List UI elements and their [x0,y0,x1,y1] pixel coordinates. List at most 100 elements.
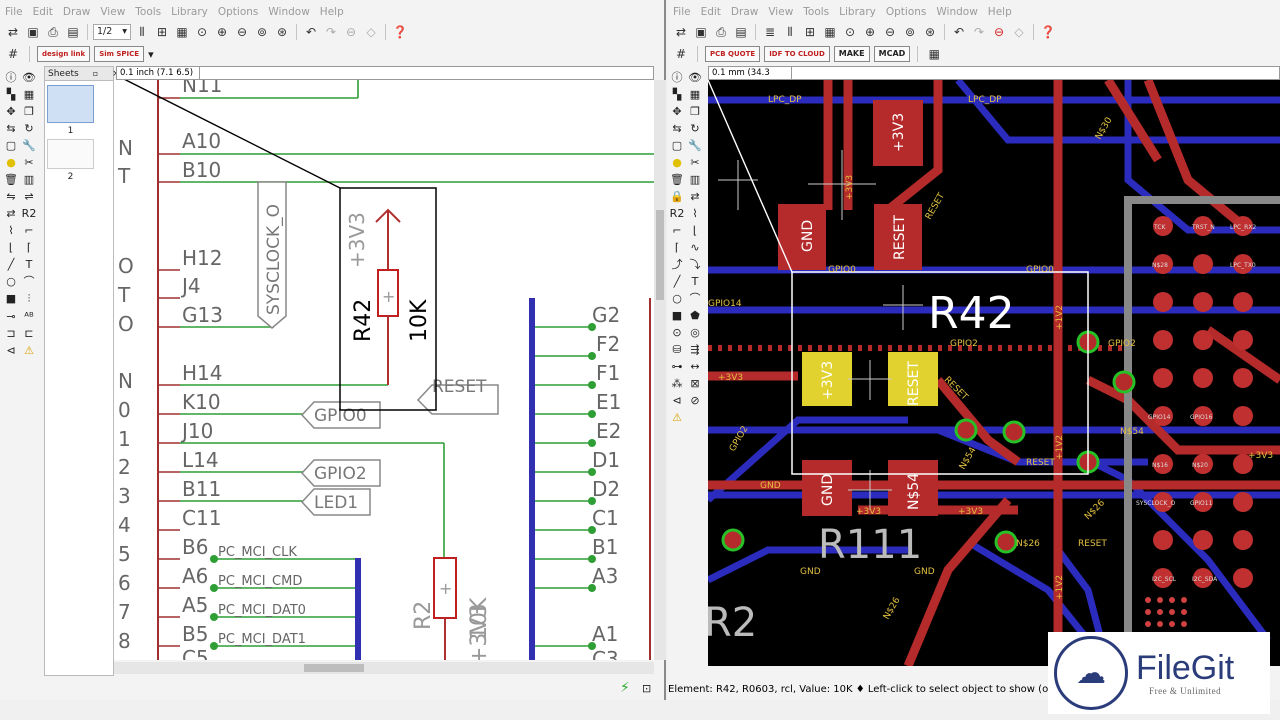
save-icon[interactable]: ▣ [24,23,42,41]
arc-icon[interactable]: ⌒ [686,290,704,307]
rotate-icon[interactable]: ↻ [686,120,704,137]
meander-icon[interactable]: ∿ [686,239,704,256]
make-button[interactable]: MAKE [833,46,870,62]
route-icon[interactable]: ⤴ [668,256,686,273]
menu-options[interactable]: Options [213,4,264,20]
script-icon[interactable]: ▦ [173,23,191,41]
menu-window[interactable]: Window [263,4,314,20]
zoom-in-icon[interactable]: ⊕ [861,23,879,41]
menu-help[interactable]: Help [983,4,1017,20]
layer-grid-icon[interactable]: ▦ [925,45,943,63]
pinswap-icon[interactable]: ⇋ [2,188,20,205]
warning-icon[interactable]: ⚠ [668,409,686,426]
mirror-icon[interactable]: ⇆ [2,120,20,137]
idf-cloud-button[interactable]: IDF TO CLOUD [764,46,830,62]
stop-sign-icon[interactable]: ⊡ [642,682,651,695]
cam-icon[interactable]: ▤ [64,23,82,41]
design-link-button[interactable]: design link [37,46,91,62]
via-icon[interactable]: ⊙ [668,324,686,341]
gateswap-icon[interactable]: ⇌ [20,188,38,205]
help-icon[interactable]: ❓ [391,23,409,41]
display-icon[interactable]: ▚ [2,86,20,103]
mark-icon[interactable]: ▦ [20,86,38,103]
value-icon[interactable]: ⌇ [686,205,704,222]
miter-icon[interactable]: ⌊ [686,222,704,239]
layers-icon[interactable]: ≣ [761,23,779,41]
pcb-drawing[interactable]: GND +3V3 RESET +3V3 RESET GND N$54 R42 R… [708,80,1280,666]
menu-view[interactable]: View [95,4,130,20]
add-icon[interactable]: ▥ [686,171,704,188]
info-icon[interactable]: ⓘ [2,68,20,85]
menu-tools[interactable]: Tools [130,4,166,20]
mark-icon[interactable]: ▦ [686,86,704,103]
circle-icon[interactable]: ○ [2,273,20,290]
ulp-icon[interactable]: ⊞ [153,23,171,41]
move-icon[interactable]: ✥ [668,103,686,120]
zoom-out-icon[interactable]: ⊖ [881,23,899,41]
warning-icon[interactable]: ⚠ [20,342,38,359]
change-icon[interactable]: 🔧 [20,137,38,154]
erc-icon[interactable]: ⊲ [2,342,20,359]
delete-icon[interactable]: 🗑 [668,171,686,188]
float-icon[interactable]: ▫ [93,69,98,78]
go-icon[interactable]: ◇ [362,23,380,41]
bus-icon[interactable]: ⫶ [20,291,38,308]
zoom-in-icon[interactable]: ⊕ [213,23,231,41]
group-icon[interactable]: ▢ [668,137,686,154]
pcb-quote-button[interactable]: PCB QUOTE [705,46,761,62]
errors-icon[interactable]: ⊠ [686,375,704,392]
stop-icon[interactable]: ⊖ [342,23,360,41]
command-line[interactable] [200,66,654,80]
hole-icon[interactable]: ◎ [686,324,704,341]
go-icon[interactable]: ◇ [1010,23,1028,41]
zoom-fit-icon[interactable]: ⊙ [841,23,859,41]
open-icon[interactable]: ⇄ [672,23,690,41]
menu-window[interactable]: Window [931,4,982,20]
switch-board-icon[interactable]: ⫴ [133,23,151,41]
resistor-r42[interactable]: + [375,208,401,385]
power-icon[interactable]: ⚡ [620,680,630,696]
group-icon[interactable]: ▢ [2,137,20,154]
sheet-select[interactable]: 1/2 ▾ [93,24,132,40]
dimension-icon[interactable]: ↔ [686,358,704,375]
show-icon[interactable]: 👁 [686,69,704,86]
ulp-icon[interactable]: ⊞ [801,23,819,41]
sim-spice-button[interactable]: Sim SPICE [94,46,145,62]
command-line[interactable] [792,66,1280,80]
name-icon[interactable]: R2 [668,205,686,222]
line-icon[interactable]: ╱ [2,256,20,273]
attribute-icon[interactable]: ⊏ [20,325,38,342]
line-icon[interactable]: ╱ [668,273,686,290]
copy-icon[interactable]: ❐ [686,103,704,120]
print-icon[interactable]: ⎙ [712,23,730,41]
move-icon[interactable]: ✥ [2,103,20,120]
display-icon[interactable]: ▚ [668,86,686,103]
menu-edit[interactable]: Edit [696,4,726,20]
zoom-redraw-icon[interactable]: ⊛ [273,23,291,41]
chevron-down-icon[interactable]: ▾ [148,48,154,61]
split-icon[interactable]: ⌈ [20,239,38,256]
label-icon[interactable]: ᴬᴮ [20,308,38,325]
menu-help[interactable]: Help [315,4,349,20]
text-icon[interactable]: T [686,273,704,290]
menu-file[interactable]: File [0,4,28,20]
help-icon[interactable]: ❓ [1039,23,1057,41]
zoom-fit-icon[interactable]: ⊙ [193,23,211,41]
zoom-select-icon[interactable]: ⊚ [253,23,271,41]
delete-icon[interactable]: 🗑 [2,171,20,188]
add-icon[interactable]: ▥ [20,171,38,188]
paste-icon[interactable]: ● [668,154,686,171]
smash-icon[interactable]: ⌐ [20,222,38,239]
change-icon[interactable]: 🔧 [686,137,704,154]
cut-icon[interactable]: ✂ [686,154,704,171]
paste-icon[interactable]: ● [2,154,20,171]
junction-icon[interactable]: ⊐ [2,325,20,342]
scroll-thumb[interactable] [304,664,364,672]
replace-icon[interactable]: ⇄ [686,188,704,205]
save-icon[interactable]: ▣ [692,23,710,41]
split-icon[interactable]: ⌈ [668,239,686,256]
menu-options[interactable]: Options [881,4,932,20]
board-canvas[interactable]: GND +3V3 RESET +3V3 RESET GND N$54 R42 R… [708,80,1280,666]
smash-icon[interactable]: ⌐ [668,222,686,239]
menu-tools[interactable]: Tools [798,4,834,20]
